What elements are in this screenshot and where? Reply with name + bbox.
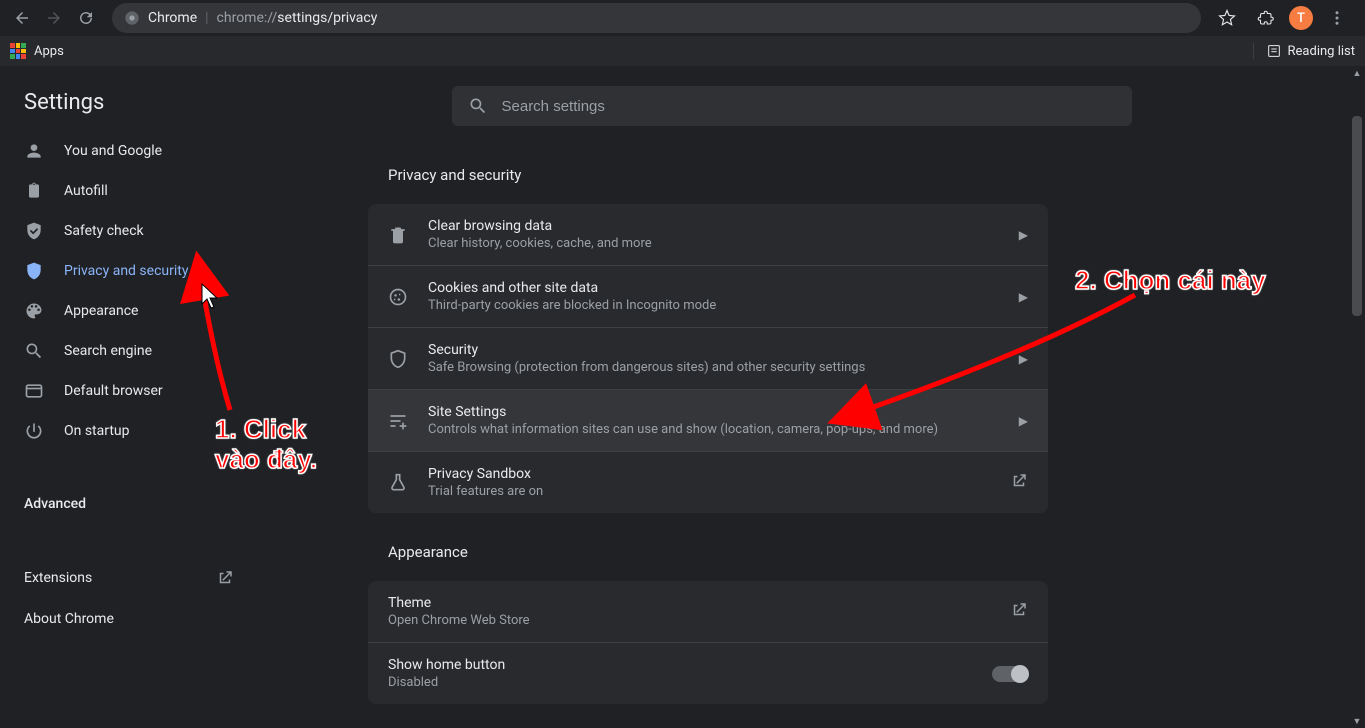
sidebar-item-about-chrome[interactable]: About Chrome bbox=[0, 599, 258, 639]
row-home-button[interactable]: Show home buttonDisabled bbox=[368, 643, 1048, 704]
reload-button[interactable] bbox=[72, 4, 100, 32]
apps-shortcut[interactable]: Apps bbox=[10, 43, 64, 59]
sidebar-item-extensions[interactable]: Extensions bbox=[0, 557, 258, 599]
flask-icon bbox=[388, 473, 408, 493]
chevron-right-icon: ▶ bbox=[1019, 352, 1028, 366]
url-chrome-label: Chrome bbox=[148, 10, 197, 26]
row-cookies[interactable]: Cookies and other site dataThird-party c… bbox=[368, 266, 1048, 328]
chevron-right-icon: ▶ bbox=[1019, 290, 1028, 304]
section-title-appearance: Appearance bbox=[388, 543, 1325, 561]
settings-page: Settings You and Google Autofill Safety … bbox=[0, 66, 1365, 728]
tune-icon bbox=[388, 411, 408, 431]
chevron-right-icon: ▶ bbox=[1019, 228, 1028, 242]
search-icon bbox=[468, 96, 488, 116]
scroll-down-icon[interactable]: ▼ bbox=[1350, 714, 1364, 728]
search-icon bbox=[24, 341, 44, 361]
row-security[interactable]: SecuritySafe Browsing (protection from d… bbox=[368, 328, 1048, 390]
row-site-settings[interactable]: Site SettingsControls what information s… bbox=[368, 390, 1048, 452]
row-clear-browsing-data[interactable]: Clear browsing dataClear history, cookie… bbox=[368, 204, 1048, 266]
reading-list-icon bbox=[1266, 43, 1282, 59]
open-new-icon bbox=[216, 569, 234, 587]
settings-title: Settings bbox=[0, 90, 258, 131]
sidebar-item-safety-check[interactable]: Safety check bbox=[0, 211, 258, 251]
back-button[interactable] bbox=[8, 4, 36, 32]
cursor-icon bbox=[200, 282, 220, 310]
cookie-icon bbox=[388, 287, 408, 307]
scroll-up-icon[interactable]: ▲ bbox=[1350, 66, 1364, 80]
open-new-icon bbox=[1010, 601, 1028, 623]
apps-grid-icon bbox=[10, 43, 26, 59]
privacy-card-list: Clear browsing dataClear history, cookie… bbox=[368, 204, 1048, 513]
clipboard-icon bbox=[24, 181, 44, 201]
open-new-icon bbox=[1010, 472, 1028, 494]
forward-button[interactable] bbox=[40, 4, 68, 32]
browser-toolbar: Chrome | chrome://settings/privacy T bbox=[0, 0, 1365, 36]
extensions-button[interactable] bbox=[1251, 4, 1279, 32]
profile-avatar[interactable]: T bbox=[1289, 6, 1313, 30]
address-bar[interactable]: Chrome | chrome://settings/privacy bbox=[112, 3, 1201, 33]
sidebar-item-default-browser[interactable]: Default browser bbox=[0, 371, 258, 411]
sidebar-item-on-startup[interactable]: On startup bbox=[0, 411, 258, 451]
settings-search-input[interactable] bbox=[502, 98, 1116, 115]
bookmark-star-button[interactable] bbox=[1213, 4, 1241, 32]
reading-list-button[interactable]: Reading list bbox=[1253, 43, 1355, 59]
security-shield-icon bbox=[388, 349, 408, 369]
section-title-privacy: Privacy and security bbox=[388, 166, 1325, 184]
sidebar-item-autofill[interactable]: Autofill bbox=[0, 171, 258, 211]
sidebar-item-you-and-google[interactable]: You and Google bbox=[0, 131, 258, 171]
settings-main: Privacy and security Clear browsing data… bbox=[258, 66, 1365, 728]
appearance-card-list: ThemeOpen Chrome Web Store Show home but… bbox=[368, 581, 1048, 704]
bookmarks-bar: Apps Reading list bbox=[0, 36, 1365, 66]
sidebar-advanced-toggle[interactable]: Advanced bbox=[0, 484, 258, 524]
power-icon bbox=[24, 421, 44, 441]
chrome-icon bbox=[124, 10, 140, 26]
kebab-menu-button[interactable] bbox=[1323, 4, 1351, 32]
home-button-toggle[interactable] bbox=[992, 666, 1028, 682]
trash-icon bbox=[388, 225, 408, 245]
scrollbar[interactable]: ▲ ▼ bbox=[1350, 66, 1364, 728]
palette-icon bbox=[24, 301, 44, 321]
chevron-right-icon: ▶ bbox=[1019, 414, 1028, 428]
sidebar-item-search-engine[interactable]: Search engine bbox=[0, 331, 258, 371]
scrollbar-thumb[interactable] bbox=[1352, 116, 1362, 316]
shield-icon bbox=[24, 261, 44, 281]
browser-icon bbox=[24, 381, 44, 401]
settings-search[interactable] bbox=[452, 86, 1132, 126]
settings-sidebar: Settings You and Google Autofill Safety … bbox=[0, 66, 258, 728]
shield-check-icon bbox=[24, 221, 44, 241]
row-theme[interactable]: ThemeOpen Chrome Web Store bbox=[368, 581, 1048, 643]
row-privacy-sandbox[interactable]: Privacy SandboxTrial features are on bbox=[368, 452, 1048, 513]
person-icon bbox=[24, 141, 44, 161]
